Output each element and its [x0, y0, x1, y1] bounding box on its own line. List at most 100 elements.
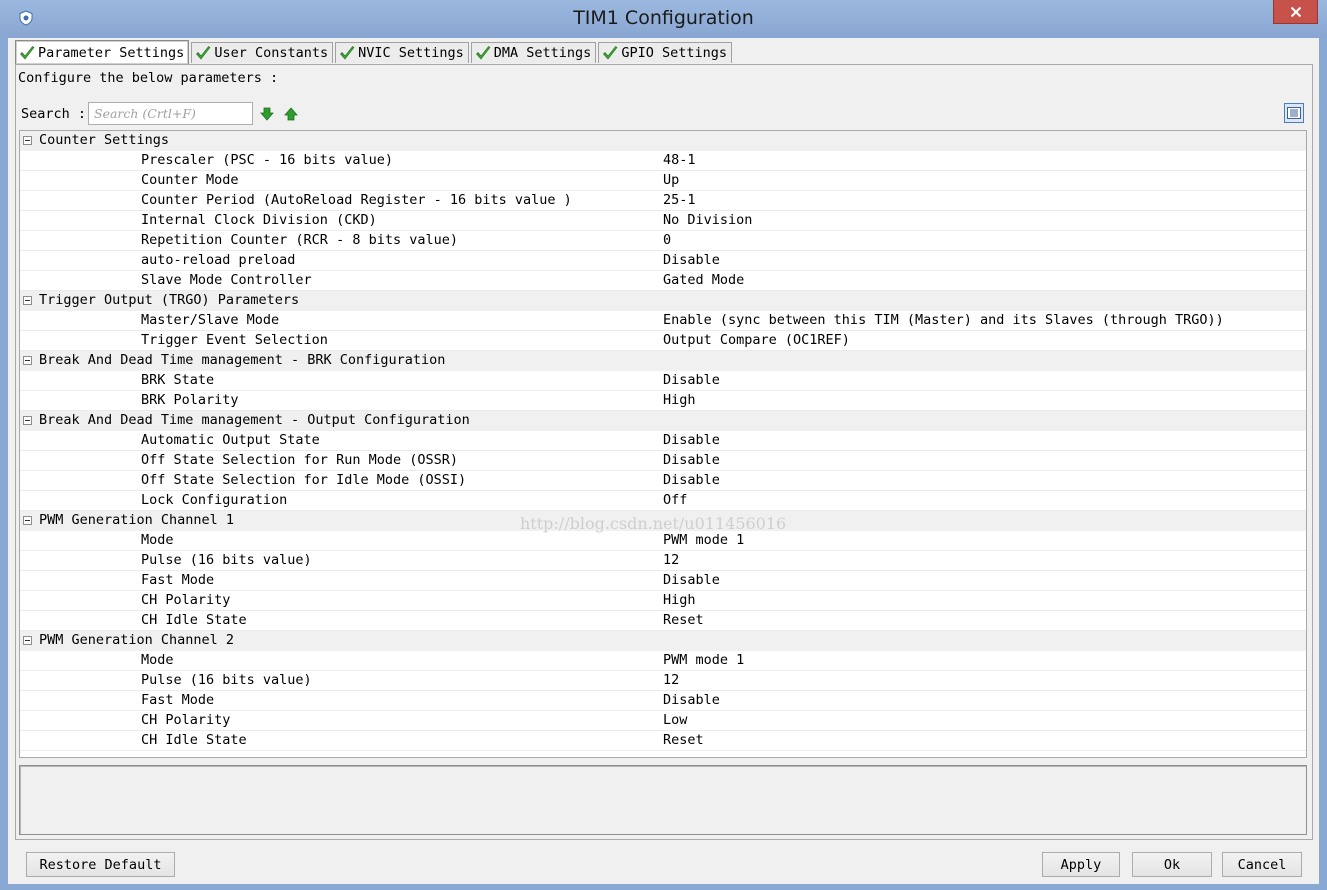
- parameter-row[interactable]: Mode PWM mode 1: [20, 651, 1306, 671]
- parameter-value[interactable]: Enable (sync between this TIM (Master) a…: [663, 311, 1224, 330]
- collapse-minus-icon[interactable]: [23, 136, 32, 145]
- tab-nvic-settings[interactable]: NVIC Settings: [335, 42, 469, 63]
- parameter-name: Repetition Counter (RCR - 8 bits value): [141, 232, 458, 248]
- parameter-value[interactable]: Disable: [663, 571, 720, 590]
- parameter-name: Off State Selection for Idle Mode (OSSI): [141, 472, 467, 488]
- parameter-value[interactable]: Disable: [663, 371, 720, 390]
- parameter-row[interactable]: Automatic Output State Disable: [20, 431, 1306, 451]
- parameter-value[interactable]: 25-1: [663, 191, 696, 210]
- parameter-value[interactable]: 12: [663, 551, 679, 570]
- parameter-row[interactable]: Slave Mode Controller Gated Mode: [20, 271, 1306, 291]
- parameter-value[interactable]: 12: [663, 671, 679, 690]
- parameter-value[interactable]: Reset: [663, 611, 704, 630]
- ok-button[interactable]: Ok: [1132, 852, 1212, 877]
- parameter-name: Trigger Event Selection: [141, 332, 328, 348]
- parameter-value[interactable]: High: [663, 591, 696, 610]
- restore-default-button[interactable]: Restore Default: [26, 852, 175, 877]
- list-view-toggle[interactable]: [1284, 103, 1304, 123]
- tab-user-constants[interactable]: User Constants: [191, 42, 334, 63]
- dialog-client-area: Parameter Settings User Constants NVIC Set…: [8, 38, 1319, 884]
- parameter-row[interactable]: CH Polarity High: [20, 591, 1306, 611]
- parameter-value[interactable]: Disable: [663, 451, 720, 470]
- collapse-minus-icon[interactable]: [23, 296, 32, 305]
- parameter-name: CH Idle State: [141, 612, 247, 628]
- close-icon: [1290, 6, 1301, 17]
- parameter-row[interactable]: CH Polarity Low: [20, 711, 1306, 731]
- group-label: Counter Settings: [39, 132, 170, 148]
- collapse-minus-icon[interactable]: [23, 636, 32, 645]
- parameter-value[interactable]: Reset: [663, 731, 704, 750]
- parameter-value[interactable]: PWM mode 1: [663, 651, 744, 670]
- parameter-row[interactable]: Pulse (16 bits value) 12: [20, 551, 1306, 571]
- parameter-row[interactable]: Prescaler (PSC - 16 bits value) 48-1: [20, 151, 1306, 171]
- parameter-name: Fast Mode: [141, 572, 215, 588]
- parameter-value[interactable]: Disable: [663, 431, 720, 450]
- tab-parameter-settings[interactable]: Parameter Settings: [15, 40, 190, 64]
- parameter-row[interactable]: CH Idle State Reset: [20, 731, 1306, 751]
- parameter-row[interactable]: Mode PWM mode 1: [20, 531, 1306, 551]
- tab-label: DMA Settings: [493, 45, 592, 61]
- group-row[interactable]: Break And Dead Time management - BRK Con…: [20, 351, 1306, 371]
- apply-button[interactable]: Apply: [1042, 852, 1120, 877]
- parameter-row[interactable]: Off State Selection for Run Mode (OSSR) D…: [20, 451, 1306, 471]
- collapse-minus-icon[interactable]: [23, 356, 32, 365]
- parameter-name: Lock Configuration: [141, 492, 288, 508]
- group-row[interactable]: Break And Dead Time management - Output …: [20, 411, 1306, 431]
- parameter-name: Mode: [141, 532, 174, 548]
- close-button[interactable]: [1273, 0, 1318, 24]
- parameter-value[interactable]: Disable: [663, 251, 720, 270]
- parameter-row[interactable]: CH Idle State Reset: [20, 611, 1306, 631]
- parameter-row[interactable]: Repetition Counter (RCR - 8 bits value) 0: [20, 231, 1306, 251]
- parameter-value[interactable]: Gated Mode: [663, 271, 744, 290]
- parameter-row[interactable]: Fast Mode Disable: [20, 571, 1306, 591]
- parameter-value[interactable]: Disable: [663, 691, 720, 710]
- parameter-row[interactable]: Fast Mode Disable: [20, 691, 1306, 711]
- parameter-value[interactable]: No Division: [663, 211, 752, 230]
- parameter-value[interactable]: Up: [663, 171, 679, 190]
- parameter-name: Fast Mode: [141, 692, 215, 708]
- collapse-minus-icon[interactable]: [23, 516, 32, 525]
- search-next-arrow-down-icon[interactable]: [260, 107, 274, 121]
- parameter-value[interactable]: 0: [663, 231, 671, 250]
- parameter-row[interactable]: Internal Clock Division (CKD) No Division: [20, 211, 1306, 231]
- parameter-row[interactable]: BRK State Disable: [20, 371, 1306, 391]
- parameter-value[interactable]: Off: [663, 491, 687, 510]
- cancel-button[interactable]: Cancel: [1222, 852, 1302, 877]
- parameter-value[interactable]: 48-1: [663, 151, 696, 170]
- parameter-name: BRK State: [141, 372, 215, 388]
- parameter-name: Pulse (16 bits value): [141, 552, 312, 568]
- group-row[interactable]: PWM Generation Channel 1: [20, 511, 1306, 531]
- tab-label: NVIC Settings: [358, 45, 464, 61]
- parameter-name: Counter Mode: [141, 172, 239, 188]
- search-input[interactable]: [88, 102, 253, 125]
- check-icon: [475, 46, 491, 60]
- window-title: TIM1 Configuration: [573, 7, 754, 29]
- parameter-row[interactable]: BRK Polarity High: [20, 391, 1306, 411]
- search-previous-arrow-up-icon[interactable]: [284, 107, 298, 121]
- parameter-row[interactable]: auto-reload preload Disable: [20, 251, 1306, 271]
- parameter-name: CH Idle State: [141, 732, 247, 748]
- group-row[interactable]: Counter Settings: [20, 131, 1306, 151]
- check-icon: [603, 46, 618, 60]
- parameter-row[interactable]: Trigger Event Selection Output Compare (O…: [20, 331, 1306, 351]
- parameter-value[interactable]: High: [663, 391, 696, 410]
- tab-dma-settings[interactable]: DMA Settings: [470, 42, 597, 63]
- group-row[interactable]: PWM Generation Channel 2: [20, 631, 1306, 651]
- parameter-row[interactable]: Master/Slave Mode Enable (sync between th…: [20, 311, 1306, 331]
- parameter-row[interactable]: Lock Configuration Off: [20, 491, 1306, 511]
- collapse-minus-icon[interactable]: [23, 416, 32, 425]
- tab-gpio-settings[interactable]: GPIO Settings: [598, 42, 732, 63]
- parameter-row[interactable]: Counter Period (AutoReload Register - 16…: [20, 191, 1306, 211]
- check-icon: [196, 46, 211, 60]
- parameter-value[interactable]: PWM mode 1: [663, 531, 744, 550]
- parameter-value[interactable]: Output Compare (OC1REF): [663, 331, 850, 350]
- parameter-value[interactable]: Low: [663, 711, 687, 730]
- parameter-value[interactable]: Disable: [663, 471, 720, 490]
- parameter-row[interactable]: Pulse (16 bits value) 12: [20, 671, 1306, 691]
- parameter-name: Prescaler (PSC - 16 bits value): [141, 152, 393, 168]
- parameter-name: BRK Polarity: [141, 392, 239, 408]
- parameter-row[interactable]: Counter Mode Up: [20, 171, 1306, 191]
- group-row[interactable]: Trigger Output (TRGO) Parameters: [20, 291, 1306, 311]
- parameter-row[interactable]: Off State Selection for Idle Mode (OSSI)…: [20, 471, 1306, 491]
- title-bar[interactable]: TIM1 Configuration: [0, 0, 1327, 38]
